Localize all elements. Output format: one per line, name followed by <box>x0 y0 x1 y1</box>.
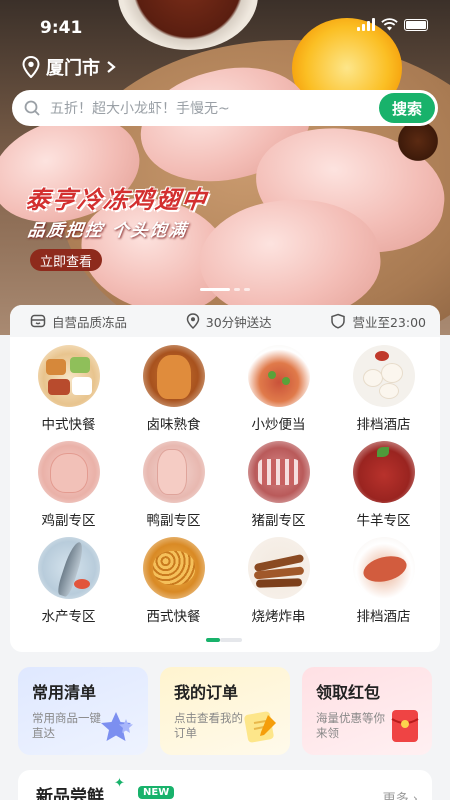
stir-fry-icon <box>247 345 310 407</box>
category-label: 卤味熟食 <box>146 417 201 433</box>
city-selector[interactable]: 厦门市 <box>22 54 116 80</box>
feature-delivery: 30分钟送达 <box>186 312 272 331</box>
buns-icon <box>352 345 415 407</box>
category-item[interactable]: 猪副专区 <box>226 441 331 537</box>
search-input[interactable]: 五折！超大小龙虾！手慢无~ <box>50 98 379 118</box>
sparkle-icon: ✦ <box>114 776 125 791</box>
banner-title: 泰亨冷冻鸡翅中 <box>23 186 210 214</box>
more-link[interactable]: 更多 › <box>383 788 418 800</box>
category-item[interactable]: 排档酒店 <box>331 537 436 633</box>
signal-icon <box>357 18 375 31</box>
status-time: 9:41 <box>40 18 83 38</box>
quick-link-my-orders[interactable]: 我的订单 点击查看我的订单 <box>160 667 290 755</box>
category-label: 鸡副专区 <box>41 513 96 529</box>
fish-dish-icon <box>352 537 415 599</box>
category-grid: 中式快餐 卤味熟食 小炒便当 排档酒店 鸡副专区 鸭副专区 猪副专区 牛羊专区 … <box>16 345 436 633</box>
quick-link-red-envelope[interactable]: 领取红包 海量优惠等你来领 <box>302 667 432 755</box>
braised-food-icon <box>142 345 205 407</box>
search-icon <box>24 100 40 116</box>
category-item[interactable]: 西式快餐 <box>121 537 226 633</box>
category-label: 小炒便当 <box>251 417 306 433</box>
category-item[interactable]: 鸡副专区 <box>16 441 121 537</box>
seafood-icon <box>37 537 100 599</box>
quick-link-subtitle: 海量优惠等你来领 <box>316 711 385 740</box>
category-item[interactable]: 烧烤炸串 <box>226 537 331 633</box>
new-products-section: 新品尝鲜 ✦ NEW 更多 › <box>18 770 432 800</box>
duck-parts-icon <box>142 441 205 503</box>
category-label: 鸭副专区 <box>146 513 201 529</box>
quick-link-subtitle: 常用商品一键直达 <box>32 711 101 740</box>
category-label: 西式快餐 <box>146 609 201 625</box>
category-label: 烧烤炸串 <box>251 609 306 625</box>
quick-link-title: 常用清单 <box>32 683 97 702</box>
location-pin-icon <box>22 56 40 78</box>
carousel-indicator <box>200 288 250 291</box>
category-item[interactable]: 排档酒店 <box>331 345 436 441</box>
box-icon <box>30 314 46 328</box>
location-pin-icon <box>186 313 200 329</box>
category-item[interactable]: 牛羊专区 <box>331 441 436 537</box>
search-button[interactable]: 搜索 <box>379 93 435 123</box>
category-item[interactable]: 卤味熟食 <box>121 345 226 441</box>
chevron-right-icon: › <box>412 792 418 800</box>
category-label: 牛羊专区 <box>356 513 411 529</box>
pork-ribs-icon <box>247 441 310 503</box>
shield-icon <box>331 313 346 329</box>
skewer-icon <box>247 537 310 599</box>
chevron-right-icon <box>107 61 116 73</box>
quick-link-subtitle: 点击查看我的订单 <box>174 711 243 740</box>
chicken-parts-icon <box>37 441 100 503</box>
category-item[interactable]: 小炒便当 <box>226 345 331 441</box>
quick-link-frequent-list[interactable]: 常用清单 常用商品一键直达 <box>18 667 148 755</box>
note-icon <box>244 711 276 743</box>
quick-link-title: 我的订单 <box>174 683 239 702</box>
status-bar: 9:41 <box>0 0 450 50</box>
feature-label: 自营品质冻品 <box>52 314 128 330</box>
banner-cta-button[interactable]: 立即查看 <box>30 249 102 271</box>
chinese-fastfood-icon <box>37 345 100 407</box>
quick-link-title: 领取红包 <box>316 683 381 702</box>
feature-label: 30分钟送达 <box>205 314 272 330</box>
category-label: 排档酒店 <box>356 609 411 625</box>
section-title: 新品尝鲜 <box>36 787 104 800</box>
feature-self-operated: 自营品质冻品 <box>30 312 127 331</box>
category-label: 水产专区 <box>41 609 96 625</box>
search-bar[interactable]: 五折！超大小龙虾！手慢无~ 搜索 <box>12 90 438 126</box>
category-item[interactable]: 中式快餐 <box>16 345 121 441</box>
battery-icon <box>404 18 428 31</box>
fried-chicken-icon <box>142 537 205 599</box>
new-badge: NEW <box>138 786 175 799</box>
more-label: 更多 <box>382 792 409 800</box>
category-label: 排档酒店 <box>356 417 411 433</box>
wifi-icon <box>381 18 398 31</box>
feature-hours: 营业至23:00 <box>330 312 426 331</box>
category-page-indicator <box>206 638 242 642</box>
red-envelope-icon <box>391 710 419 742</box>
star-icon <box>101 712 133 741</box>
category-label: 中式快餐 <box>41 417 96 433</box>
banner-subtitle: 品质把控 个头饱满 <box>26 221 189 241</box>
category-item[interactable]: 水产专区 <box>16 537 121 633</box>
category-item[interactable]: 鸭副专区 <box>121 441 226 537</box>
beef-icon <box>352 441 415 503</box>
hero-banner[interactable]: 泰亨冷冻鸡翅中 品质把控 个头饱满 立即查看 <box>0 0 450 335</box>
city-name: 厦门市 <box>46 58 100 79</box>
feature-label: 营业至23:00 <box>352 314 426 330</box>
category-card: 自营品质冻品 30分钟送达 营业至23:00 中式快餐 卤味熟食 小炒便当 排档… <box>10 305 440 652</box>
category-label: 猪副专区 <box>251 513 306 529</box>
service-features-bar: 自营品质冻品 30分钟送达 营业至23:00 <box>10 305 440 337</box>
